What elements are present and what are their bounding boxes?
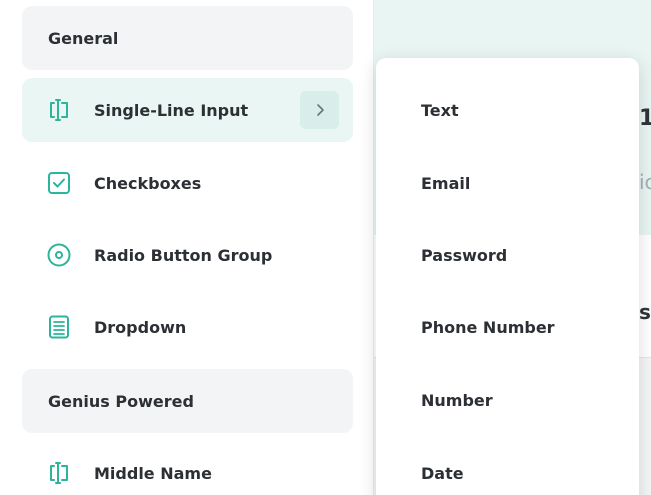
checkbox-icon [46, 170, 72, 196]
section-header-general: General [22, 6, 353, 70]
submenu-item-phone-number[interactable]: Phone Number [376, 297, 639, 357]
radio-icon [46, 242, 72, 268]
submenu-item-label: Text [421, 100, 459, 120]
submenu-item-label: Phone Number [421, 317, 555, 337]
submenu-item-label: Number [421, 390, 493, 410]
text-cursor-icon [46, 97, 72, 123]
field-type-sidebar: General Single-Line Input Checkboxes Rad… [0, 0, 374, 495]
submenu-item-label: Date [421, 463, 464, 483]
sidebar-item-single-line-input[interactable]: Single-Line Input [22, 78, 353, 142]
sidebar-item-dropdown[interactable]: Dropdown [22, 295, 353, 359]
page: 1 ic st General Single-Line Input [0, 0, 651, 495]
section-header-genius-powered: Genius Powered [22, 369, 353, 433]
section-title: Genius Powered [48, 391, 194, 411]
section-title: General [48, 28, 119, 48]
sidebar-item-radio-button-group[interactable]: Radio Button Group [22, 223, 353, 287]
submenu-item-email[interactable]: Email [376, 153, 639, 213]
dropdown-list-icon [46, 314, 72, 340]
sidebar-item-label: Dropdown [94, 317, 187, 337]
canvas-peek-glyph: 1 [639, 106, 651, 131]
submenu-item-number[interactable]: Number [376, 370, 639, 430]
input-type-submenu: Text Email Password Phone Number Number … [376, 58, 639, 495]
canvas-peek-glyph: ic [639, 170, 651, 194]
submenu-item-label: Password [421, 245, 508, 265]
sidebar-item-checkboxes[interactable]: Checkboxes [22, 151, 353, 215]
submenu-item-label: Email [421, 173, 471, 193]
submenu-item-password[interactable]: Password [376, 225, 639, 285]
sidebar-item-middle-name[interactable]: Middle Name [22, 441, 353, 495]
submenu-item-date[interactable]: Date [376, 443, 639, 495]
canvas-peek-glyph: st [639, 300, 651, 324]
sidebar-item-label: Middle Name [94, 463, 212, 483]
sidebar-item-label: Checkboxes [94, 173, 202, 193]
text-cursor-icon [46, 460, 72, 486]
sidebar-item-label: Single-Line Input [94, 100, 249, 120]
sidebar-item-label: Radio Button Group [94, 245, 273, 265]
submenu-item-text[interactable]: Text [376, 80, 639, 140]
chevron-right-icon[interactable] [300, 91, 339, 129]
